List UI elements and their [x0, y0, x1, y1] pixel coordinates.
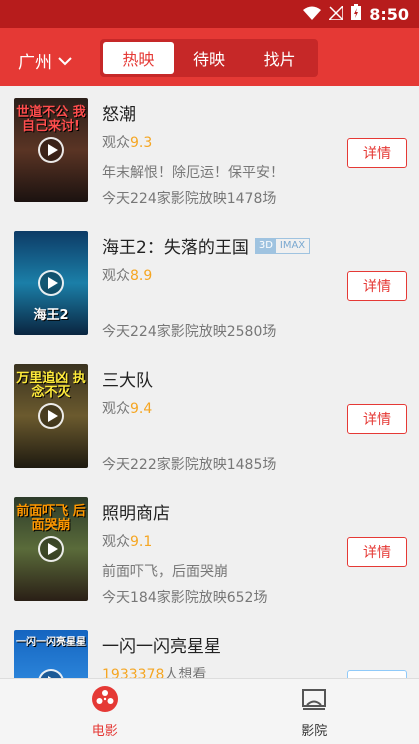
play-icon[interactable] [38, 669, 64, 678]
play-icon[interactable] [38, 403, 64, 429]
movie-score: 观众8.9 [102, 265, 152, 285]
want-value: 1933378 [102, 667, 165, 678]
movie-title-text: 三大队 [102, 371, 153, 391]
wifi-icon [303, 5, 322, 24]
movie-tabs: 热映 待映 找片 [100, 39, 318, 77]
tab-find-movie[interactable]: 找片 [244, 42, 315, 74]
detail-button[interactable]: 详情 [347, 138, 407, 168]
audience-label: 观众 [102, 135, 130, 151]
format-imax: IMAX [279, 240, 306, 251]
movie-poster[interactable]: 世道不公 我自己来讨! [14, 98, 88, 202]
presale-button[interactable] [347, 670, 407, 678]
bottom-tab-bar: 电影 影院 [0, 678, 419, 744]
movie-poster[interactable]: 一闪一闪亮星星 [14, 630, 88, 678]
movie-score: 观众9.3 [102, 132, 152, 152]
poster-text: 一闪一闪亮星星 [16, 637, 86, 648]
score-value: 8.9 [130, 268, 153, 284]
movie-item[interactable]: 一闪一闪亮星星 一闪一闪亮星星 1933378人想看 [0, 618, 419, 678]
movie-title-text: 怒潮 [102, 105, 136, 125]
tab-label: 电影 [91, 723, 118, 739]
top-bar: 广州 热映 待映 找片 [0, 28, 419, 86]
poster-text: 世道不公 我自己来讨! [16, 105, 86, 134]
movie-tagline: 前面吓飞，后面哭崩 [102, 564, 228, 580]
movie-title: 一闪一闪亮星星 [102, 632, 221, 657]
want-count: 1933378人想看 [102, 664, 206, 678]
format-badge: 3D IMAX [254, 237, 311, 254]
movie-title: 海王2：失落的王国 3D IMAX [102, 233, 311, 258]
no-signal-icon [327, 3, 344, 24]
movie-poster[interactable]: 万里追凶 执念不灭 [14, 364, 88, 468]
movie-item[interactable]: 海王2 海王2：失落的王国 3D IMAX 观众8.9 今天224家影院放映258… [0, 219, 419, 352]
tab-label: 影院 [301, 723, 328, 739]
battery-icon [351, 4, 362, 24]
audience-label: 观众 [102, 534, 130, 550]
tab-movies[interactable]: 电影 [0, 679, 210, 744]
movie-item[interactable]: 世道不公 我自己来讨! 怒潮 观众9.3 年末解恨！除厄运！保平安！ 今天224… [0, 86, 419, 219]
tab-coming-soon[interactable]: 待映 [174, 42, 245, 74]
movie-poster[interactable]: 海王2 [14, 231, 88, 335]
showing-info: 今天224家影院放映2580场 [102, 324, 277, 340]
cinema-screen-icon [300, 685, 328, 717]
city-label: 广州 [18, 53, 52, 73]
movie-title-text: 海王2：失落的王国 [102, 238, 249, 258]
score-value: 9.1 [130, 534, 153, 550]
score-value: 9.4 [130, 401, 153, 417]
audience-label: 观众 [102, 401, 130, 417]
format-3d: 3D [255, 238, 276, 253]
showing-info: 今天224家影院放映1478场 [102, 191, 277, 207]
movie-poster[interactable]: 前面吓飞 后面哭崩 [14, 497, 88, 601]
status-time: 8:50 [369, 4, 409, 24]
movie-title: 三大队 [102, 366, 153, 391]
poster-text: 海王2 [33, 308, 69, 323]
poster-text: 万里追凶 执念不灭 [16, 371, 86, 400]
play-icon[interactable] [38, 536, 64, 562]
movie-title-text: 一闪一闪亮星星 [102, 637, 221, 657]
play-icon[interactable] [38, 270, 64, 296]
movie-title: 怒潮 [102, 100, 136, 125]
play-icon[interactable] [38, 137, 64, 163]
showing-info: 今天184家影院放映652场 [102, 590, 268, 606]
movie-list: 世道不公 我自己来讨! 怒潮 观众9.3 年末解恨！除厄运！保平安！ 今天224… [0, 86, 419, 678]
want-suffix: 人想看 [164, 667, 207, 678]
poster-text: 前面吓飞 后面哭崩 [16, 504, 86, 533]
tab-cinemas[interactable]: 影院 [210, 679, 419, 744]
showing-info: 今天222家影院放映1485场 [102, 457, 277, 473]
chevron-down-icon [58, 51, 72, 71]
movie-score: 观众9.4 [102, 398, 152, 418]
city-selector[interactable]: 广州 [18, 48, 72, 73]
movie-item[interactable]: 前面吓飞 后面哭崩 照明商店 观众9.1 前面吓飞，后面哭崩 今天184家影院放… [0, 485, 419, 618]
detail-button[interactable]: 详情 [347, 404, 407, 434]
movie-tagline: 年末解恨！除厄运！保平安！ [102, 165, 284, 181]
movie-score: 观众9.1 [102, 531, 152, 551]
score-value: 9.3 [130, 135, 153, 151]
film-reel-icon [91, 685, 119, 717]
movie-item[interactable]: 万里追凶 执念不灭 三大队 观众9.4 今天222家影院放映1485场 详情 [0, 352, 419, 485]
movie-title-text: 照明商店 [102, 504, 170, 524]
status-bar: 8:50 [0, 0, 419, 28]
tab-now-showing[interactable]: 热映 [103, 42, 174, 74]
detail-button[interactable]: 详情 [347, 537, 407, 567]
audience-label: 观众 [102, 268, 130, 284]
movie-title: 照明商店 [102, 499, 170, 524]
detail-button[interactable]: 详情 [347, 271, 407, 301]
